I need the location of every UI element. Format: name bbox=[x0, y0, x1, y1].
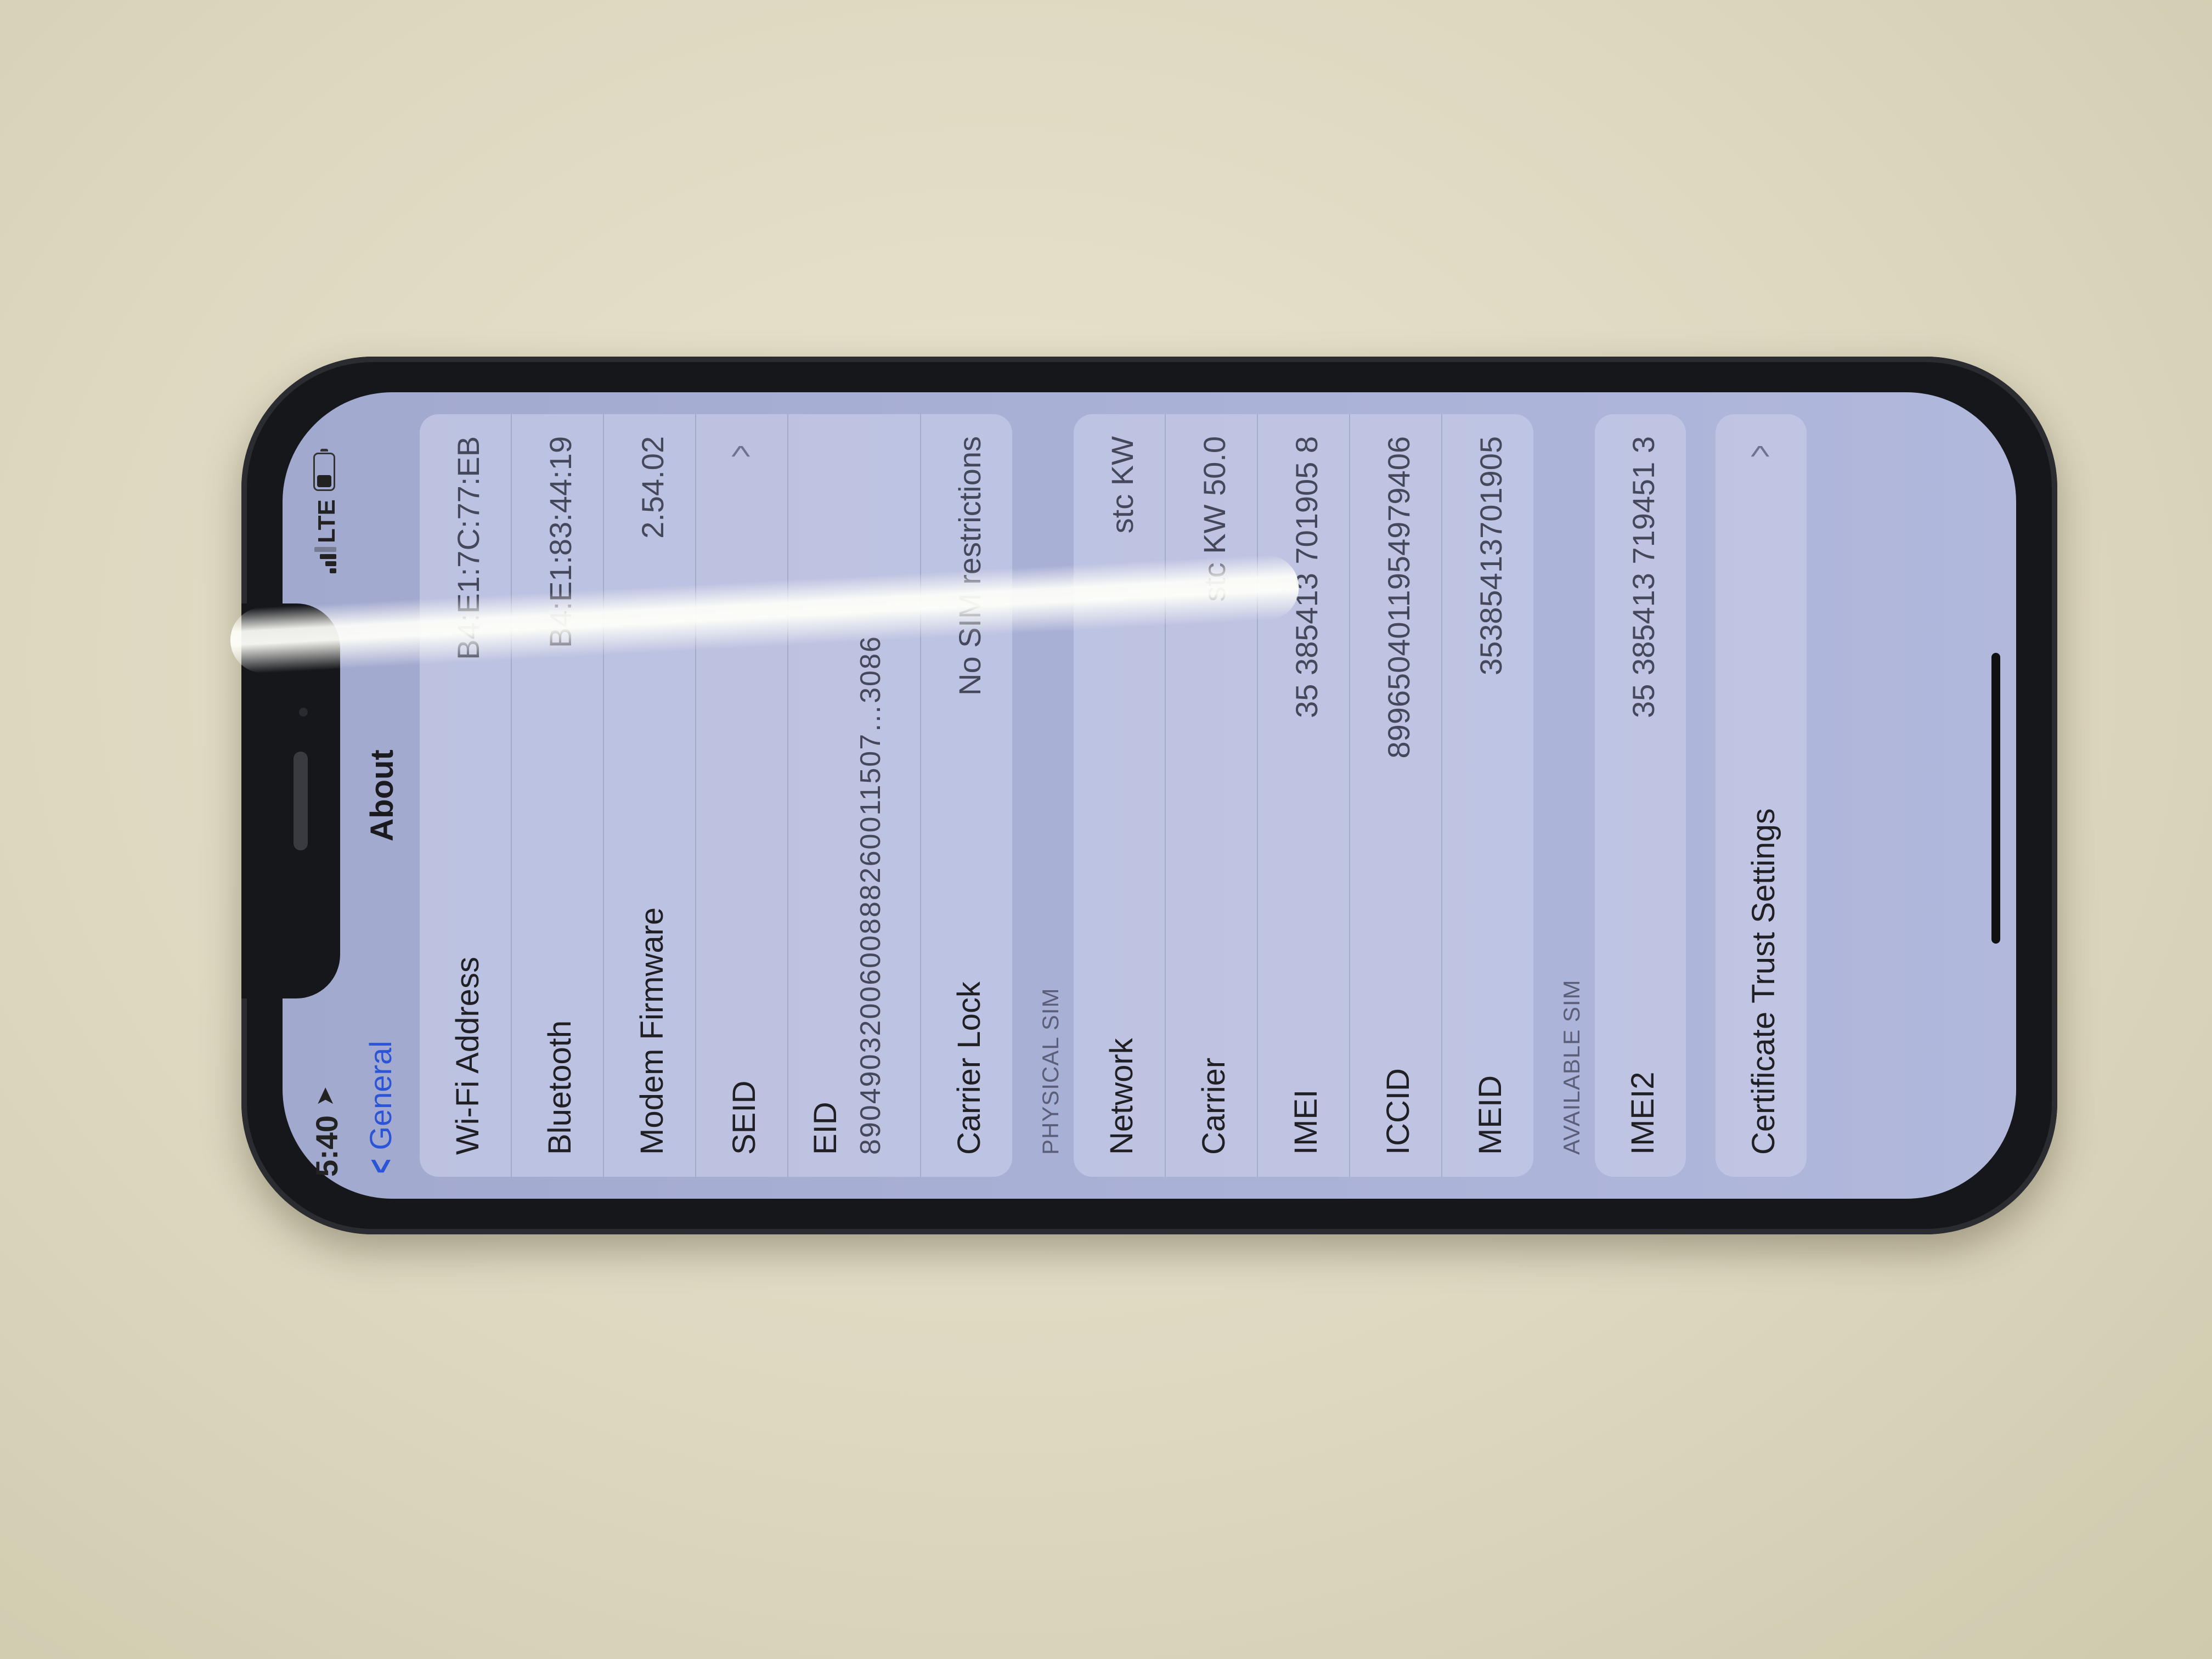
home-indicator[interactable] bbox=[1991, 653, 2000, 944]
modem-firmware-row[interactable]: Modem Firmware 2.54.02 bbox=[604, 414, 696, 1177]
carrier-lock-row[interactable]: Carrier Lock No SIM restrictions bbox=[921, 414, 1012, 1177]
notch bbox=[241, 603, 340, 998]
row-label: SEID bbox=[726, 1080, 762, 1155]
network-type: LTE bbox=[313, 499, 340, 543]
available-sim-group: IMEI2 35 385413 719451 3 bbox=[1595, 414, 1686, 1177]
bluetooth-row[interactable]: Bluetooth B4:E1:83:44:19 bbox=[512, 414, 604, 1177]
settings-list: Wi-Fi Address B4:E1:7C:77:EB Bluetooth B… bbox=[420, 392, 1807, 1199]
eid-value: 8904903200600888260011507…3086 bbox=[855, 635, 887, 1155]
meid-row[interactable]: MEID 35385413701905 bbox=[1442, 414, 1533, 1177]
earpiece-speaker bbox=[294, 752, 308, 850]
row-value: 35385413701905 bbox=[1474, 436, 1508, 676]
physical-sim-header: PHYSICAL SIM bbox=[1037, 988, 1063, 1155]
row-label: Carrier Lock bbox=[951, 981, 987, 1155]
row-label: MEID bbox=[1472, 1075, 1508, 1155]
row-value: 35 385413 719451 3 bbox=[1626, 436, 1661, 718]
row-value: B4:E1:7C:77:EB bbox=[451, 436, 486, 660]
location-arrow-icon: ➤ bbox=[312, 1086, 338, 1107]
wifi-address-row[interactable]: Wi-Fi Address B4:E1:7C:77:EB bbox=[420, 414, 512, 1177]
seid-row[interactable]: SEID > bbox=[696, 414, 788, 1177]
row-value: No SIM restrictions bbox=[952, 436, 987, 696]
imei-row[interactable]: IMEI 35 385413 701905 8 bbox=[1258, 414, 1350, 1177]
row-label: ICCID bbox=[1380, 1068, 1416, 1155]
row-label: Bluetooth bbox=[542, 1020, 578, 1155]
available-sim-header: AVAILABLE SIM bbox=[1559, 979, 1584, 1155]
row-label: IMEI bbox=[1288, 1089, 1324, 1155]
certificate-trust-row[interactable]: Certificate Trust Settings > bbox=[1716, 414, 1807, 1177]
chevron-right-icon: > bbox=[720, 444, 760, 458]
chevron-right-icon: > bbox=[1739, 444, 1780, 458]
front-camera bbox=[299, 708, 308, 716]
nav-bar: < General About bbox=[348, 392, 414, 1199]
row-label: IMEI2 bbox=[1625, 1071, 1661, 1155]
row-label: EID bbox=[808, 1102, 843, 1155]
status-time: 5:40 bbox=[309, 1115, 344, 1177]
page-title: About bbox=[364, 749, 400, 842]
row-value: stc KW bbox=[1105, 436, 1139, 534]
physical-sim-group: Network stc KW Carrier stc KW 50.0 IMEI … bbox=[1074, 414, 1533, 1177]
row-label: Carrier bbox=[1196, 1057, 1232, 1155]
signal-bars-icon bbox=[313, 547, 336, 573]
row-value: 8996504011954979406 bbox=[1381, 436, 1416, 759]
row-value: stc KW 50.0 bbox=[1197, 436, 1232, 602]
network-row[interactable]: Network stc KW bbox=[1074, 414, 1166, 1177]
row-value: 2.54.02 bbox=[635, 436, 670, 539]
iccid-row[interactable]: ICCID 8996504011954979406 bbox=[1350, 414, 1442, 1177]
battery-icon bbox=[313, 449, 335, 491]
eid-row[interactable]: EID 8904903200600888260011507…3086 bbox=[788, 414, 921, 1177]
row-label: Certificate Trust Settings bbox=[1746, 808, 1781, 1155]
row-label: Modem Firmware bbox=[634, 907, 670, 1155]
row-value: 35 385413 701905 8 bbox=[1289, 436, 1324, 718]
screen-content: 5:40 ➤ LTE < General About Wi-Fi Address… bbox=[283, 392, 2016, 1199]
row-value: B4:E1:83:44:19 bbox=[543, 436, 578, 648]
row-label: Network bbox=[1104, 1038, 1139, 1155]
carrier-row[interactable]: Carrier stc KW 50.0 bbox=[1166, 414, 1258, 1177]
row-label: Wi-Fi Address bbox=[450, 957, 486, 1155]
imei2-row[interactable]: IMEI2 35 385413 719451 3 bbox=[1595, 414, 1686, 1177]
certificate-group: Certificate Trust Settings > bbox=[1716, 414, 1807, 1177]
device-info-group: Wi-Fi Address B4:E1:7C:77:EB Bluetooth B… bbox=[420, 414, 1012, 1177]
